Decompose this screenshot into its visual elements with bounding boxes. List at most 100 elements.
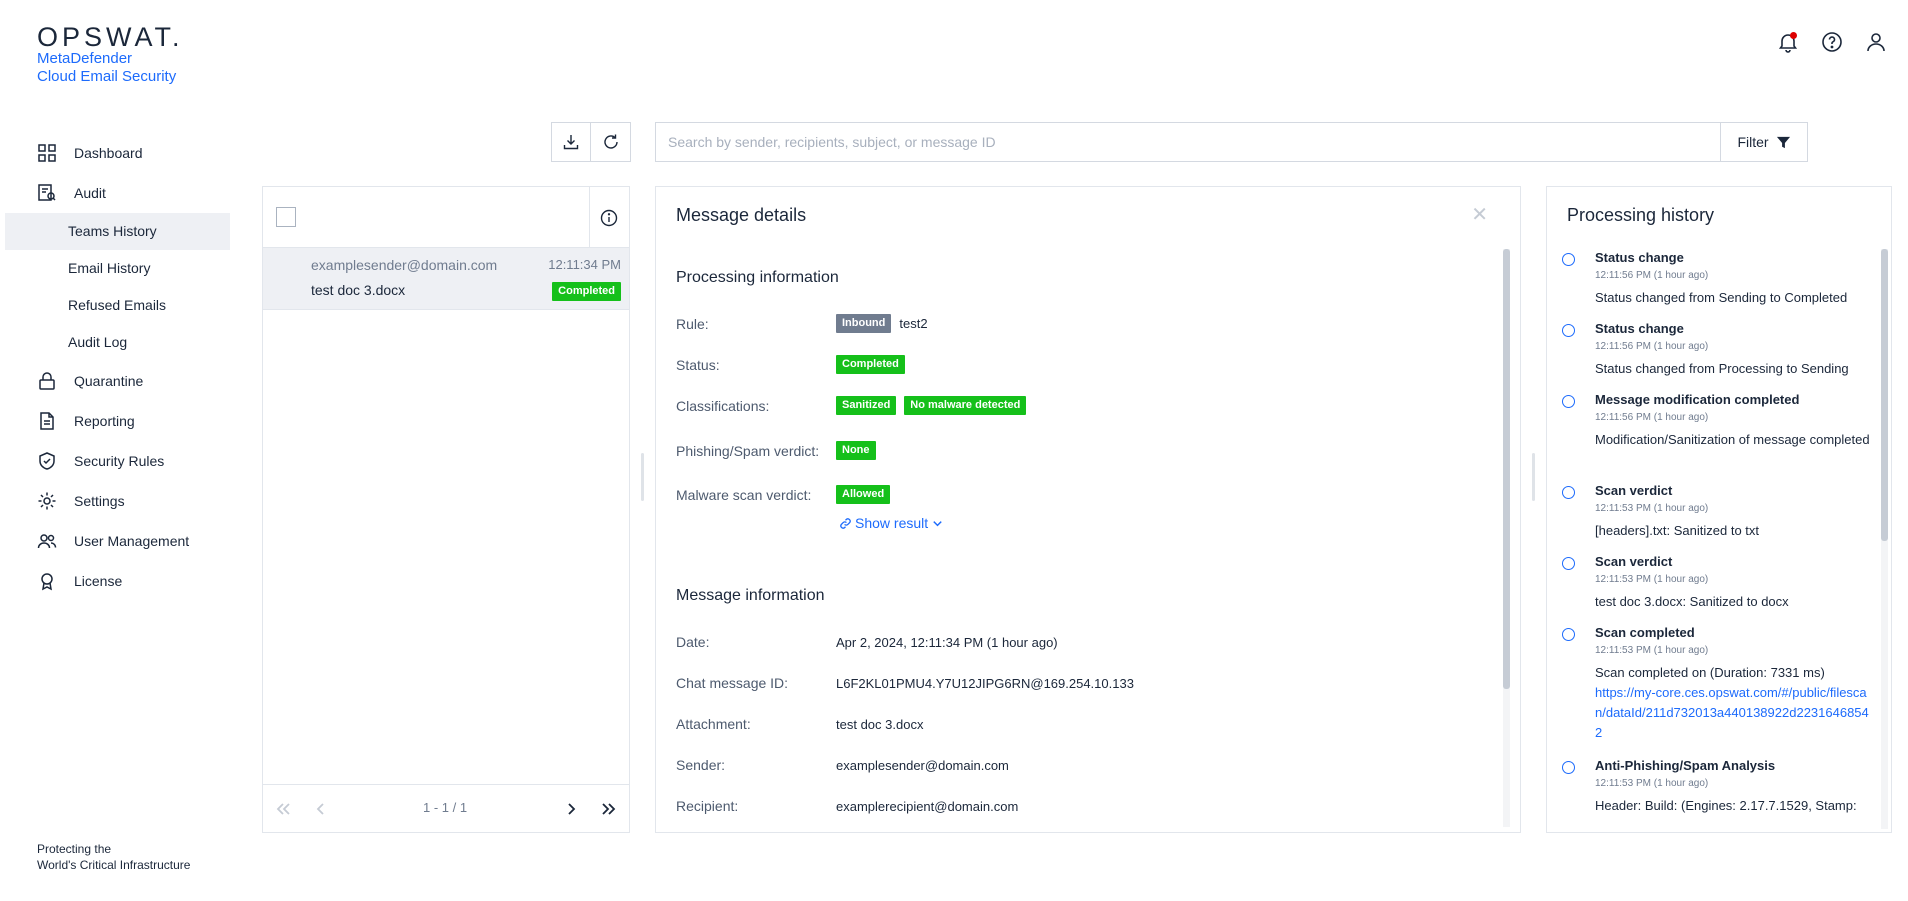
gear-icon [37,491,57,511]
history-item: Scan completed 12:11:53 PM (1 hour ago) … [1547,624,1891,743]
sidebar-item-security-rules[interactable]: Security Rules [5,441,230,481]
next-page-icon[interactable] [561,799,581,819]
select-all-checkbox[interactable] [276,207,296,227]
timeline-dot [1562,324,1575,337]
sidebar-item-dashboard[interactable]: Dashboard [5,133,230,173]
sidebar-subitem-refused-emails[interactable]: Refused Emails [5,287,230,324]
close-icon[interactable]: ✕ [1471,202,1488,227]
history-item: Scan verdict 12:11:53 PM (1 hour ago) te… [1547,553,1809,612]
malware-label: Malware scan verdict: [676,487,812,503]
history-item: Status change 12:11:56 PM (1 hour ago) S… [1547,249,1867,308]
scrollbar-thumb[interactable] [1881,249,1888,541]
attachment-label: Attachment: [676,716,751,732]
processing-history-panel: Processing history Status change 12:11:5… [1546,186,1892,833]
history-text: Modification/Sanitization of message com… [1595,432,1870,447]
chevron-down-icon [933,520,942,526]
document-icon [37,411,57,431]
status-badge: Completed [552,282,621,301]
users-icon [37,531,57,551]
filter-button[interactable]: Filter [1720,123,1807,161]
history-item: Status change 12:11:56 PM (1 hour ago) S… [1547,320,1869,379]
sidebar-item-settings[interactable]: Settings [5,481,230,521]
history-time: 12:11:56 PM (1 hour ago) [1595,412,1709,423]
shield-check-icon [37,451,57,471]
search-input[interactable] [656,123,1720,161]
recipient-value: examplerecipient@domain.com [836,799,1019,814]
message-time: 12:11:34 PM [548,257,621,272]
filescan-link[interactable]: https://my-core.ces.opswat.com/#/public/… [1595,683,1871,743]
sidebar-item-reporting[interactable]: Reporting [5,401,230,441]
resize-handle[interactable] [1532,453,1535,501]
footer-line2: World's Critical Infrastructure [37,858,191,872]
history-text: Status changed from Sending to Completed [1595,290,1848,305]
prev-page-icon[interactable] [311,799,331,819]
history-text: [headers].txt: Sanitized to txt [1595,523,1760,538]
refresh-icon [603,134,618,149]
sidebar-item-label: User Management [74,533,190,549]
header-actions [1776,30,1888,54]
sidebar-item-license[interactable]: License [5,561,230,601]
history-title: Scan verdict [1595,483,1673,498]
user-icon[interactable] [1864,30,1888,54]
sidebar-item-audit[interactable]: Audit [5,173,230,213]
refresh-button[interactable] [591,122,631,162]
help-icon[interactable] [1820,30,1844,54]
message-subject: test doc 3.docx [311,282,406,298]
sender-label: Sender: [676,757,726,773]
panel-title: Processing history [1567,205,1715,225]
list-item[interactable]: examplesender@domain.com 12:11:34 PM tes… [263,248,629,310]
lock-icon [37,371,57,391]
bell-icon[interactable] [1776,30,1800,54]
sidebar-item-label: Dashboard [74,145,143,161]
rule-label: Rule: [676,316,709,332]
sidebar-subitem-audit-log[interactable]: Audit Log [5,324,230,361]
sidebar-item-user-management[interactable]: User Management [5,521,230,561]
message-list-panel: examplesender@domain.com 12:11:34 PM tes… [262,186,630,833]
scrollbar-thumb[interactable] [1503,249,1510,689]
history-text: test doc 3.docx: Sanitized to docx [1595,594,1789,609]
sidebar-item-label: Quarantine [74,373,144,389]
history-time: 12:11:53 PM (1 hour ago) [1595,778,1709,789]
chat-id-value: L6F2KL01PMU4.Y7U12JIPG6RN@169.254.10.133 [836,676,1134,691]
history-text: Scan completed on (Duration: 7331 ms) [1595,665,1825,680]
sidebar-subitem-teams-history[interactable]: Teams History [5,213,230,250]
history-time: 12:11:53 PM (1 hour ago) [1595,645,1709,656]
first-page-icon[interactable] [273,799,293,819]
last-page-icon[interactable] [599,799,619,819]
product-name-line1: MetaDefender [37,50,133,67]
search-bar: Filter [655,122,1808,162]
pagination: 1 - 1 / 1 [263,784,629,832]
sidebar-item-label: Audit [74,185,106,201]
sidebar-item-label: Settings [74,493,125,509]
sender-value: examplesender@domain.com [836,758,1009,773]
resize-handle[interactable] [641,453,644,501]
logo[interactable]: OPSWAT. MetaDefender Cloud Email Securit… [37,24,184,86]
notification-dot [1790,32,1797,39]
sidebar-item-label: Security Rules [74,453,165,469]
status-badge: Completed [836,355,905,374]
attachment-value: test doc 3.docx [836,717,924,732]
footer-line1: Protecting the [37,842,112,856]
history-title: Scan verdict [1595,554,1673,569]
status-label: Status: [676,357,720,373]
timeline-dot [1562,557,1575,570]
date-value: Apr 2, 2024, 12:11:34 PM (1 hour ago) [836,635,1058,650]
footer-tagline: Protecting the World's Critical Infrastr… [37,841,190,873]
history-title: Status change [1595,321,1684,336]
phishing-badge: None [836,441,876,460]
history-text: Header: Build: (Engines: 2.17.7.1529, St… [1595,798,1857,813]
sidebar-item-quarantine[interactable]: Quarantine [5,361,230,401]
filter-icon [1776,136,1790,148]
rule-name: test2 [899,316,928,331]
direction-badge: Inbound [836,314,892,333]
show-result-link[interactable]: Show result [839,515,944,531]
download-button[interactable] [551,122,591,162]
info-icon[interactable] [600,209,618,227]
sidebar-subitem-email-history[interactable]: Email History [5,250,230,287]
list-toolbar [551,122,631,162]
page-indicator: 1 - 1 / 1 [423,800,468,815]
sidebar-item-label: Reporting [74,413,135,429]
classifications-value: Sanitized No malware detected [836,396,1027,415]
history-title: Message modification completed [1595,392,1800,407]
history-item: Message modification completed 12:11:56 … [1547,391,1890,450]
